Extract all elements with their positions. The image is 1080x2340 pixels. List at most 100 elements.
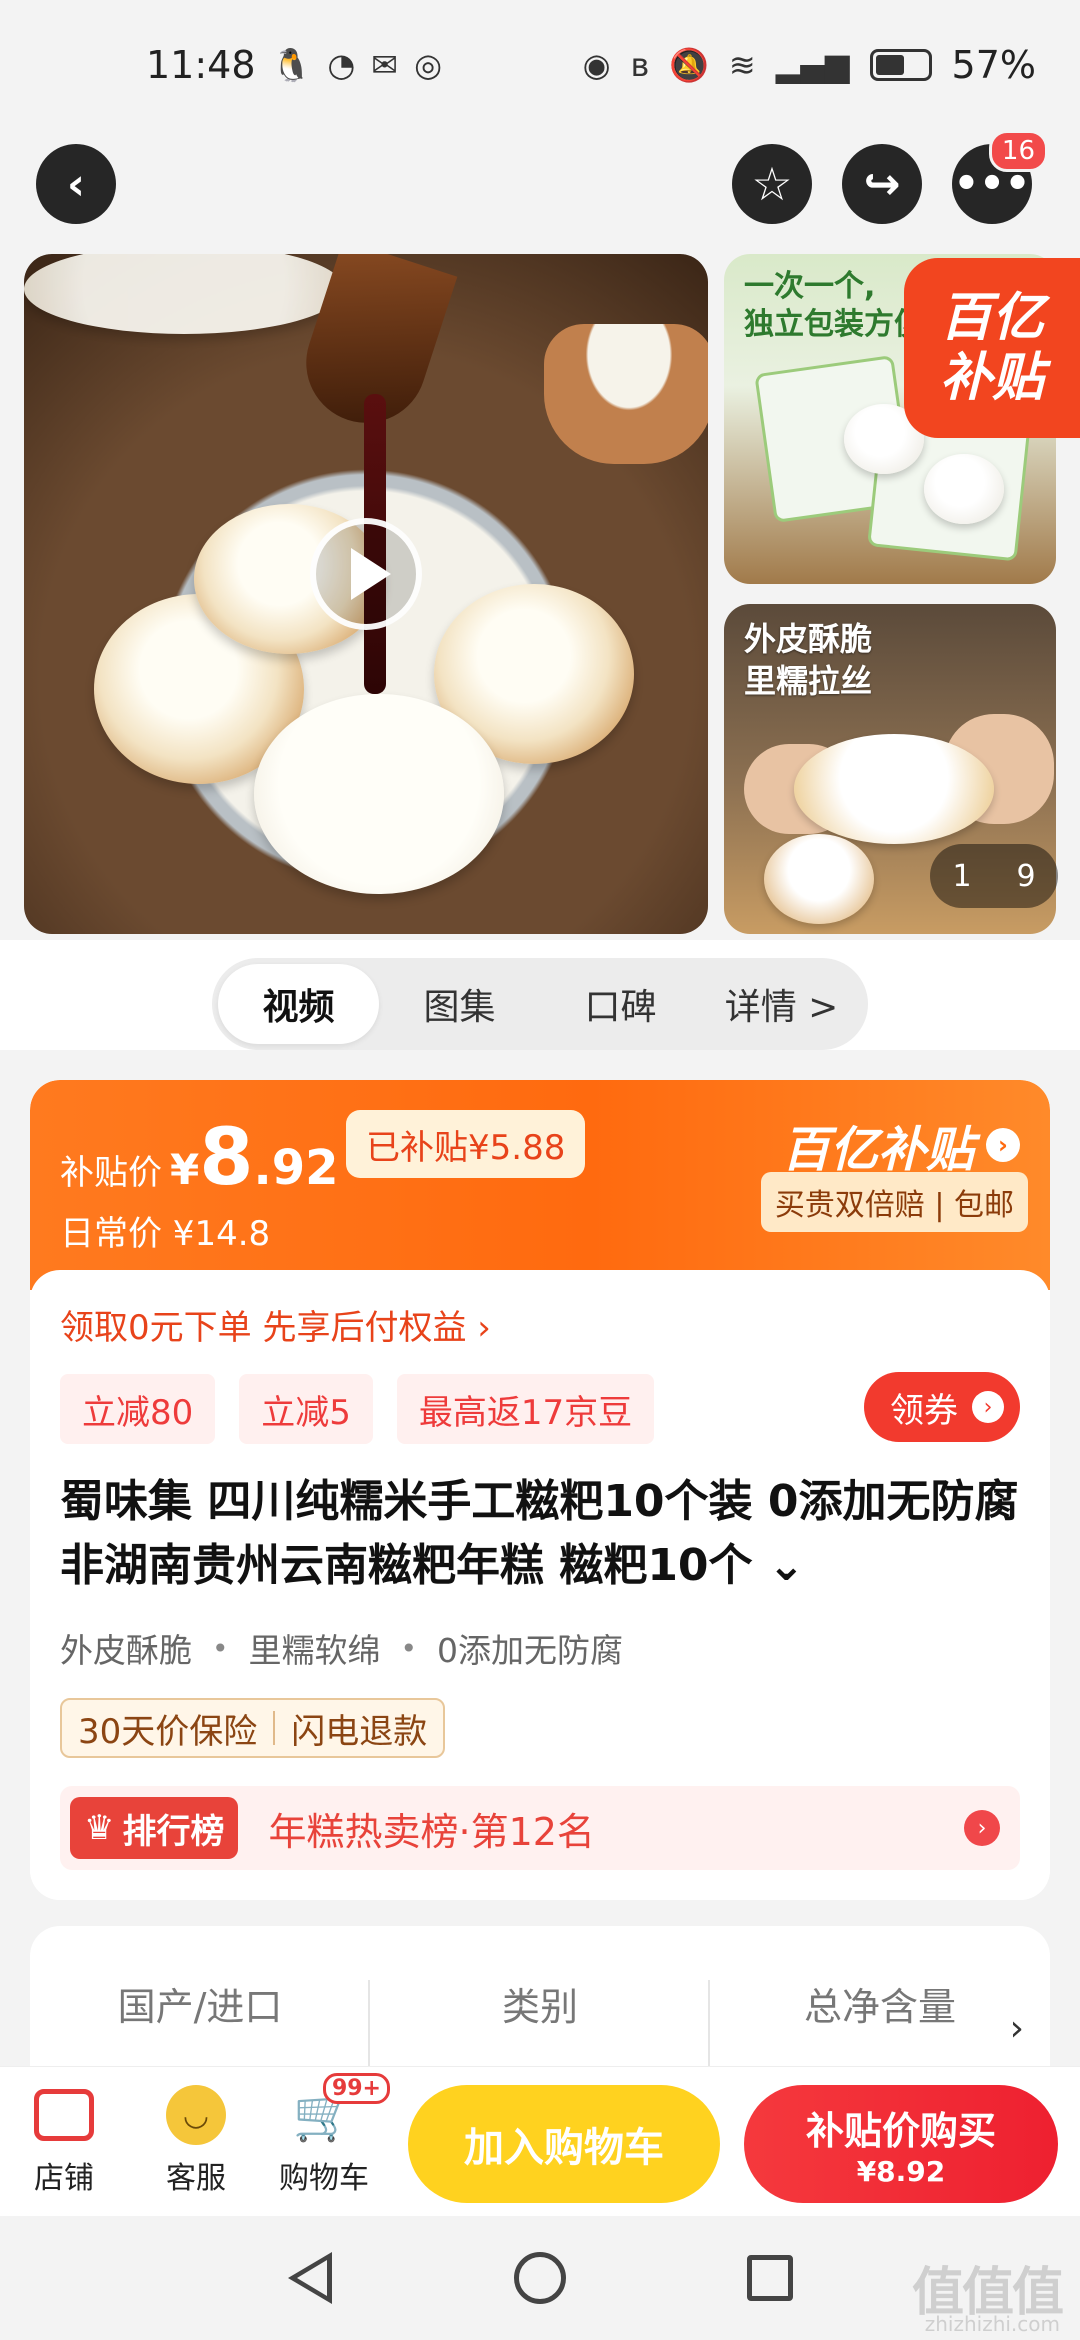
ranking-badge-label: 排行榜 <box>122 1811 225 1852</box>
spec-card[interactable]: 国产/进口 类别 总净含量 › <box>30 1926 1050 2066</box>
subsidy-badge-line2: 补贴 <box>939 348 1044 408</box>
share-button[interactable]: ↪ <box>842 144 922 224</box>
feature-item: 外皮酥脆 <box>60 1631 192 1670</box>
product-features: 外皮酥脆 • 里糯软绵 • 0添加无防腐 <box>60 1624 623 1672</box>
store-button[interactable]: 店铺 <box>4 2083 124 2197</box>
product-title[interactable]: 蜀味集 四川纯糯米手工糍粑10个装 0添加无防腐非湖南贵州云南糍粑年糕 糍粑10… <box>60 1470 1020 1598</box>
buy-now-label: 补贴价购买 <box>805 2109 996 2153</box>
spec-net-weight: 总净含量 <box>803 1985 956 2029</box>
play-button[interactable] <box>310 518 422 630</box>
guarantee-item: 30天价保险 <box>78 1711 258 1752</box>
back-button[interactable]: ‹ <box>36 144 116 224</box>
thumbnail-caption: 外皮酥脆 里糯拉丝 <box>744 620 873 700</box>
ranking-bar[interactable]: ♛ 排行榜 年糕热卖榜·第12名 › <box>60 1786 1020 1870</box>
mochi-image <box>924 454 1004 524</box>
system-home-button[interactable] <box>512 2250 568 2306</box>
feature-item: 里糯软绵 <box>248 1631 381 1670</box>
coupon-tags: 立减80 立减5 最高返17京豆 <box>60 1374 655 1444</box>
status-time: 11:48 <box>146 43 256 87</box>
bottom-action-bar: 店铺 ◡ 客服 🛒 99+ 购物车 加入购物车 补贴价购买 ¥8.92 <box>0 2066 1080 2216</box>
customer-service-button[interactable]: ◡ 客服 <box>136 2083 256 2197</box>
watermark-url: zhizhizhi.com <box>924 2312 1060 2336</box>
more-button[interactable]: ••• 16 <box>952 130 1048 224</box>
cart-button[interactable]: 🛒 99+ 购物车 <box>264 2073 390 2197</box>
feature-separator: • <box>400 1631 418 1665</box>
star-icon: ☆ <box>751 157 793 211</box>
qq-icon: 🐧 <box>271 46 312 84</box>
subsidy-badge-line1: 百亿 <box>939 288 1044 348</box>
subsidized-amount-tag: 已补贴¥5.88 <box>346 1110 586 1178</box>
chevron-left-icon: ‹ <box>66 158 86 210</box>
circle-home-icon <box>514 2252 566 2304</box>
rice-bowl-image <box>544 324 708 464</box>
thumbnail-caption: 一次一个, 独立包装方便 <box>744 269 924 342</box>
customer-service-label: 客服 <box>166 2161 226 2196</box>
ranking-text: 年糕热卖榜·第12名 <box>268 1809 595 1854</box>
tab-reviews[interactable]: 口碑 <box>540 964 701 1044</box>
spec-origin: 国产/进口 <box>117 1985 283 2029</box>
bluetooth-icon: ʙ <box>630 46 650 84</box>
mute-icon: 🔕 <box>669 46 709 84</box>
subsidy-brand-subtitle: 买贵双倍赔 | 包邮 <box>760 1172 1028 1232</box>
subsidy-brand-title: 百亿补贴 <box>781 1122 974 1178</box>
system-recents-button[interactable] <box>742 2250 798 2306</box>
subsidy-brand-link[interactable]: 百亿补贴 › <box>782 1110 1020 1180</box>
price-banner: 补贴价 ¥ 8 .92 已补贴¥5.88 日常价 ¥14.8 百亿补贴 › 买贵… <box>30 1080 1050 1290</box>
location-icon: ◎ <box>414 46 443 84</box>
service-guarantees[interactable]: 30天价保险 闪电退款 <box>60 1698 446 1758</box>
wifi-icon: ≋ <box>728 46 756 84</box>
customer-service-icon: ◡ <box>164 2083 228 2147</box>
cart-label: 购物车 <box>279 2161 369 2196</box>
daily-price: 日常价 ¥14.8 <box>60 1214 271 1254</box>
feature-item: 0添加无防腐 <box>437 1631 624 1670</box>
buy-now-button[interactable]: 补贴价购买 ¥8.92 <box>744 2085 1058 2203</box>
chevron-right-icon: › <box>972 1391 1004 1423</box>
main-video-image[interactable] <box>24 254 708 934</box>
mochi-image <box>764 834 874 924</box>
cart-badge: 99+ <box>322 2073 390 2104</box>
coupon-tag[interactable]: 最高返17京豆 <box>396 1374 655 1444</box>
system-back-button[interactable] <box>282 2250 338 2306</box>
trophy-icon: ♛ <box>84 1808 115 1848</box>
feature-separator: • <box>212 1631 229 1665</box>
favorite-button[interactable]: ☆ <box>732 144 812 224</box>
price-integer: 8 <box>199 1113 254 1203</box>
price-decimal: .92 <box>253 1140 339 1196</box>
cake-image <box>254 694 504 894</box>
battery-percent: 57% <box>951 43 1036 87</box>
add-to-cart-button[interactable]: 加入购物车 <box>408 2085 720 2203</box>
battery-icon <box>869 49 932 81</box>
status-bar: 11:48 🐧 ◔ ✉ ◎ ◉ ʙ 🔕 ≋ ▂▄▆ 57% <box>0 0 1080 130</box>
wechat-icon: ◔ <box>327 46 356 84</box>
coupon-tag[interactable]: 立减80 <box>60 1374 216 1444</box>
guarantee-item: 闪电退款 <box>291 1711 428 1752</box>
pager-total: 9 <box>1016 858 1036 894</box>
tab-gallery[interactable]: 图集 <box>379 964 540 1044</box>
square-recents-icon <box>747 2255 793 2301</box>
pay-later-promo-link[interactable]: 领取0元下单 先享后付权益 › <box>60 1300 491 1349</box>
chevron-right-icon: › <box>986 1128 1020 1162</box>
subsidy-price: 补贴价 ¥ 8 .92 <box>60 1118 339 1198</box>
chevron-right-icon: › <box>964 1810 1000 1846</box>
tab-details[interactable]: 详情 > <box>701 964 862 1044</box>
share-icon: ↪ <box>863 158 901 210</box>
coupon-tag[interactable]: 立减5 <box>239 1374 373 1444</box>
price-label: 补贴价 <box>60 1153 162 1193</box>
store-icon <box>32 2083 96 2147</box>
tab-video[interactable]: 视频 <box>218 964 379 1044</box>
price-card: 补贴价 ¥ 8 .92 已补贴¥5.88 日常价 ¥14.8 百亿补贴 › 买贵… <box>30 1080 1050 1900</box>
ranking-badge: ♛ 排行榜 <box>70 1797 239 1859</box>
signal-icon: ▂▄▆ <box>775 46 850 84</box>
triangle-back-icon <box>288 2252 332 2304</box>
media-tabs: 视频 图集 口碑 详情 > <box>212 958 868 1050</box>
spec-category: 类别 <box>501 1985 578 2029</box>
buy-now-price: ¥8.92 <box>856 2155 946 2188</box>
eye-icon: ◉ <box>582 46 611 84</box>
chevron-right-icon[interactable]: › <box>1010 2008 1024 2049</box>
message-icon: ✉ <box>371 46 399 84</box>
gallery-pager: 1 9 <box>930 844 1058 908</box>
notification-badge: 16 <box>988 130 1048 172</box>
product-info: 领取0元下单 先享后付权益 › 立减80 立减5 最高返17京豆 领券 › 蜀味… <box>30 1270 1050 1900</box>
pager-current: 1 <box>952 858 972 894</box>
get-coupon-button[interactable]: 领券 › <box>864 1372 1020 1442</box>
